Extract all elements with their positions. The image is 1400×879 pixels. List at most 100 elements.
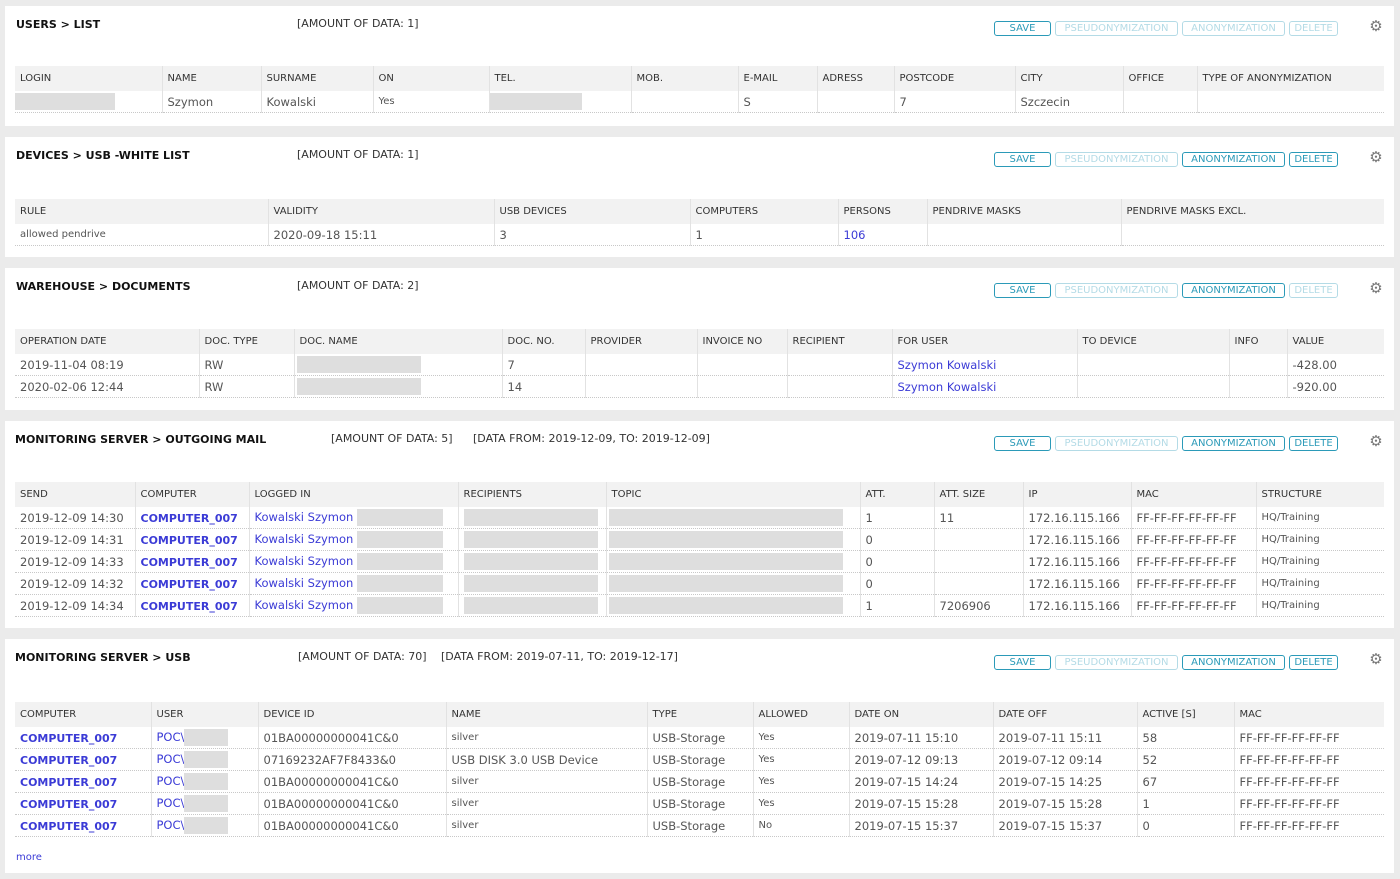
computer-link[interactable]: COMPUTER_007 bbox=[20, 776, 117, 789]
col-surname[interactable]: SURNAME bbox=[260, 66, 373, 91]
col-computer[interactable]: COMPUTER bbox=[15, 702, 151, 727]
usb-white-pseudonymization-button[interactable]: PSEUDONYMIZATION bbox=[1055, 152, 1178, 167]
col-city[interactable]: CITY bbox=[1014, 66, 1123, 91]
col-name[interactable]: NAME bbox=[161, 66, 261, 91]
col-doc-type[interactable]: DOC. TYPE bbox=[198, 329, 294, 354]
col-topic[interactable]: TOPIC bbox=[605, 482, 860, 507]
col-doc-no[interactable]: DOC. NO. bbox=[501, 329, 585, 354]
users-pseudonymization-button[interactable]: PSEUDONYMIZATION bbox=[1055, 21, 1178, 36]
table-row[interactable]: COMPUTER_007 POC\ 07169232AF7F8433&0 USB… bbox=[15, 748, 1384, 771]
col-att-size[interactable]: ATT. SIZE bbox=[933, 482, 1023, 507]
col-date-off[interactable]: DATE OFF bbox=[992, 702, 1137, 727]
mail-anonymization-button[interactable]: ANONYMIZATION bbox=[1182, 436, 1285, 451]
computer-link[interactable]: COMPUTER_007 bbox=[141, 556, 238, 569]
for-user-link[interactable]: Szymon Kowalski bbox=[898, 380, 997, 394]
user-link[interactable]: POC\ bbox=[157, 752, 185, 766]
table-row[interactable]: 2019-11-04 08:19 RW 7 Szymon Kowalski -4… bbox=[15, 354, 1384, 376]
col-postcode[interactable]: POSTCODE bbox=[893, 66, 1015, 91]
col-logged-in[interactable]: LOGGED IN bbox=[248, 482, 458, 507]
col-to-device[interactable]: TO DEVICE bbox=[1076, 329, 1229, 354]
table-row[interactable]: allowed pendrive 2020-09-18 15:11 3 1 10… bbox=[15, 224, 1384, 246]
col-doc-name[interactable]: DOC. NAME bbox=[293, 329, 502, 354]
more-link[interactable]: more bbox=[16, 852, 42, 863]
warehouse-save-button[interactable]: SAVE bbox=[994, 283, 1051, 298]
col-send[interactable]: SEND bbox=[15, 482, 135, 507]
col-for-user[interactable]: FOR USER bbox=[891, 329, 1077, 354]
col-allowed[interactable]: ALLOWED bbox=[752, 702, 849, 727]
col-mac[interactable]: MAC bbox=[1233, 702, 1384, 727]
col-mob[interactable]: MOB. bbox=[630, 66, 738, 91]
user-link[interactable]: POC\ bbox=[157, 730, 185, 744]
table-row[interactable]: COMPUTER_007 POC\ 01BA00000000041C&0 sil… bbox=[15, 770, 1384, 793]
computer-link[interactable]: COMPUTER_007 bbox=[141, 600, 238, 613]
col-login[interactable]: LOGIN bbox=[15, 66, 162, 91]
col-rule[interactable]: RULE bbox=[15, 199, 268, 224]
col-computers[interactable]: COMPUTERS bbox=[689, 199, 838, 224]
logged-in-link[interactable]: Kowalski Szymon bbox=[255, 554, 354, 568]
computer-link[interactable]: COMPUTER_007 bbox=[141, 578, 238, 591]
logged-in-link[interactable]: Kowalski Szymon bbox=[255, 598, 354, 612]
col-computer[interactable]: COMPUTER bbox=[134, 482, 249, 507]
table-row[interactable]: 2019-12-09 14:30 COMPUTER_007 Kowalski S… bbox=[15, 507, 1384, 529]
col-recipient[interactable]: RECIPIENT bbox=[786, 329, 892, 354]
outgoing-mail-gear-icon[interactable]: ⚙ bbox=[1368, 433, 1384, 449]
for-user-link[interactable]: Szymon Kowalski bbox=[898, 358, 997, 372]
col-att[interactable]: ATT. bbox=[859, 482, 934, 507]
users-save-button[interactable]: SAVE bbox=[994, 21, 1051, 36]
computer-link[interactable]: COMPUTER_007 bbox=[20, 732, 117, 745]
mail-save-button[interactable]: SAVE bbox=[994, 436, 1051, 451]
col-mac[interactable]: MAC bbox=[1130, 482, 1256, 507]
table-row[interactable]: 2019-12-09 14:33 COMPUTER_007 Kowalski S… bbox=[15, 550, 1384, 573]
users-delete-button[interactable]: DELETE bbox=[1289, 21, 1338, 36]
usb-pseudonymization-button[interactable]: PSEUDONYMIZATION bbox=[1055, 655, 1178, 670]
col-name[interactable]: NAME bbox=[445, 702, 647, 727]
usb-white-delete-button[interactable]: DELETE bbox=[1289, 152, 1338, 167]
usb-white-save-button[interactable]: SAVE bbox=[994, 152, 1051, 167]
usb-save-button[interactable]: SAVE bbox=[994, 655, 1051, 670]
col-structure[interactable]: STRUCTURE bbox=[1255, 482, 1384, 507]
table-row[interactable]: COMPUTER_007 POC\ 01BA00000000041C&0 sil… bbox=[15, 727, 1384, 749]
col-usb-devices[interactable]: USB DEVICES bbox=[493, 199, 690, 224]
computer-link[interactable]: COMPUTER_007 bbox=[20, 820, 117, 833]
computer-link[interactable]: COMPUTER_007 bbox=[20, 798, 117, 811]
logged-in-link[interactable]: Kowalski Szymon bbox=[255, 510, 354, 524]
col-persons[interactable]: PERSONS bbox=[837, 199, 927, 224]
usb-delete-button[interactable]: DELETE bbox=[1289, 655, 1338, 670]
col-adress[interactable]: ADRESS bbox=[816, 66, 894, 91]
table-row[interactable]: 2019-12-09 14:31 COMPUTER_007 Kowalski S… bbox=[15, 528, 1384, 551]
persons-link[interactable]: 106 bbox=[844, 228, 866, 242]
col-info[interactable]: INFO bbox=[1228, 329, 1287, 354]
table-row[interactable]: COMPUTER_007 POC\ 01BA00000000041C&0 sil… bbox=[15, 792, 1384, 815]
col-on[interactable]: ON bbox=[372, 66, 489, 91]
col-tel[interactable]: TEL. bbox=[488, 66, 631, 91]
user-link[interactable]: POC\ bbox=[157, 796, 185, 810]
users-gear-icon[interactable]: ⚙ bbox=[1368, 18, 1384, 34]
computer-link[interactable]: COMPUTER_007 bbox=[141, 534, 238, 547]
col-ip[interactable]: IP bbox=[1022, 482, 1131, 507]
col-user[interactable]: USER bbox=[150, 702, 258, 727]
col-date-on[interactable]: DATE ON bbox=[848, 702, 993, 727]
col-office[interactable]: OFFICE bbox=[1122, 66, 1197, 91]
user-link[interactable]: POC\ bbox=[157, 818, 185, 832]
logged-in-link[interactable]: Kowalski Szymon bbox=[255, 532, 354, 546]
table-row[interactable]: COMPUTER_007 POC\ 01BA00000000041C&0 sil… bbox=[15, 814, 1384, 837]
col-device-id[interactable]: DEVICE ID bbox=[257, 702, 446, 727]
col-operation-date[interactable]: OPERATION DATE bbox=[15, 329, 199, 354]
usb-anonymization-button[interactable]: ANONYMIZATION bbox=[1182, 655, 1285, 670]
col-validity[interactable]: VALIDITY bbox=[267, 199, 494, 224]
col-pendrive-masks-excl[interactable]: PENDRIVE MASKS EXCL. bbox=[1120, 199, 1384, 224]
table-row[interactable]: 2019-12-09 14:34 COMPUTER_007 Kowalski S… bbox=[15, 594, 1384, 617]
col-provider[interactable]: PROVIDER bbox=[584, 329, 697, 354]
user-link[interactable]: POC\ bbox=[157, 774, 185, 788]
table-row[interactable]: Szymon Kowalski Yes S 7 Szczecin bbox=[15, 91, 1384, 113]
warehouse-gear-icon[interactable]: ⚙ bbox=[1368, 280, 1384, 296]
mail-delete-button[interactable]: DELETE bbox=[1289, 436, 1338, 451]
warehouse-anonymization-button[interactable]: ANONYMIZATION bbox=[1182, 283, 1285, 298]
col-type-of-anonymization[interactable]: TYPE OF ANONYMIZATION bbox=[1196, 66, 1384, 91]
mail-pseudonymization-button[interactable]: PSEUDONYMIZATION bbox=[1055, 436, 1178, 451]
computer-link[interactable]: COMPUTER_007 bbox=[141, 512, 238, 525]
table-row[interactable]: 2020-02-06 12:44 RW 14 Szymon Kowalski -… bbox=[15, 375, 1384, 398]
computer-link[interactable]: COMPUTER_007 bbox=[20, 754, 117, 767]
logged-in-link[interactable]: Kowalski Szymon bbox=[255, 576, 354, 590]
table-row[interactable]: 2019-12-09 14:32 COMPUTER_007 Kowalski S… bbox=[15, 572, 1384, 595]
